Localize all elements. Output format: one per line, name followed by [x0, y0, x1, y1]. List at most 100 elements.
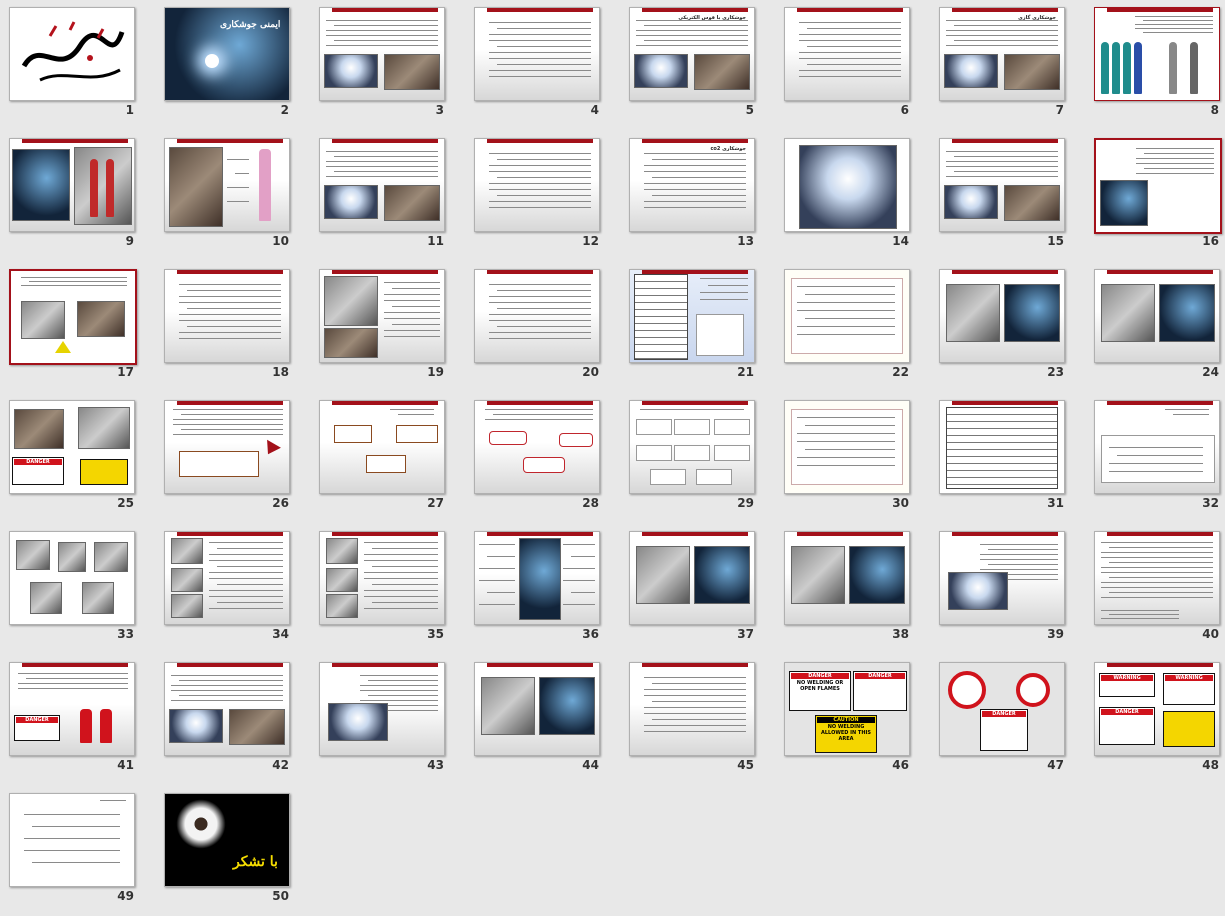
slide-thumbnail[interactable]: 48 WARNING WARNING DANGER — [1085, 655, 1225, 785]
slide-preview[interactable] — [784, 138, 910, 232]
slide-preview[interactable] — [319, 400, 445, 494]
slide-thumbnail[interactable]: 1 — [0, 0, 155, 130]
slide-thumbnail[interactable]: 38 — [775, 524, 930, 654]
slide-preview[interactable] — [1094, 138, 1222, 234]
slide-preview[interactable] — [9, 138, 135, 232]
slide-thumbnail[interactable]: 17 — [0, 262, 155, 392]
slide-thumbnail[interactable]: 27 — [310, 393, 465, 523]
slide-thumbnail[interactable]: 18 — [155, 262, 310, 392]
slide-preview[interactable] — [784, 531, 910, 625]
slide-preview[interactable]: ایمنی جوشکاری — [164, 7, 290, 101]
slide-preview[interactable] — [939, 400, 1065, 494]
slide-preview[interactable] — [474, 7, 600, 101]
slide-preview[interactable] — [474, 138, 600, 232]
slide-preview[interactable] — [319, 662, 445, 756]
slide-thumbnail[interactable]: 19 — [310, 262, 465, 392]
slide-preview[interactable] — [164, 662, 290, 756]
slide-thumbnail[interactable]: 10 — [155, 131, 310, 261]
slide-thumbnail[interactable]: 40 — [1085, 524, 1225, 654]
slide-thumbnail[interactable]: 9 — [0, 131, 155, 261]
slide-preview[interactable] — [1094, 400, 1220, 494]
slide-thumbnail[interactable]: 21 — [620, 262, 775, 392]
slide-thumbnail[interactable]: 43 — [310, 655, 465, 785]
slide-thumbnail[interactable]: 31 — [930, 393, 1085, 523]
slide-thumbnail[interactable]: 26 — [155, 393, 310, 523]
slide-preview[interactable] — [319, 269, 445, 363]
slide-thumbnail[interactable]: 36 — [465, 524, 620, 654]
slide-thumbnail[interactable]: 46 DANGER NO WELDING OR OPEN FLAMES DANGER C… — [775, 655, 930, 785]
slide-preview[interactable] — [784, 400, 910, 494]
slide-preview[interactable]: DANGER — [9, 662, 135, 756]
slide-thumbnail[interactable]: 8 — [1085, 0, 1225, 130]
slide-thumbnail[interactable]: 23 — [930, 262, 1085, 392]
slide-thumbnail[interactable]: 28 — [465, 393, 620, 523]
slide-thumbnail[interactable]: 50 با تشکر — [155, 786, 310, 916]
slide-preview[interactable] — [319, 7, 445, 101]
slide-preview[interactable]: جوشکاری با قوس الکتریکی — [629, 7, 755, 101]
slide-thumbnail[interactable]: 35 — [310, 524, 465, 654]
slide-preview[interactable] — [474, 269, 600, 363]
slide-preview[interactable]: جوشکاری co2 — [629, 138, 755, 232]
slide-preview[interactable] — [164, 138, 290, 232]
slide-preview[interactable] — [939, 138, 1065, 232]
slide-preview[interactable]: جوشکاری گازی — [939, 7, 1065, 101]
slide-preview[interactable] — [629, 400, 755, 494]
slide-preview[interactable] — [319, 531, 445, 625]
slide-preview[interactable] — [164, 400, 290, 494]
slide-thumbnail[interactable]: 49 — [0, 786, 155, 916]
slide-preview[interactable] — [939, 531, 1065, 625]
slide-thumbnail[interactable]: 37 — [620, 524, 775, 654]
slide-thumbnail[interactable]: 13 جوشکاری co2 — [620, 131, 775, 261]
slide-preview[interactable]: DANGER — [9, 400, 135, 494]
slide-preview[interactable] — [164, 269, 290, 363]
slide-preview[interactable] — [629, 662, 755, 756]
slide-thumbnail[interactable]: 2 ایمنی جوشکاری — [155, 0, 310, 130]
slide-preview[interactable] — [1094, 531, 1220, 625]
slide-preview[interactable] — [474, 662, 600, 756]
slide-thumbnail[interactable]: 11 — [310, 131, 465, 261]
slide-thumbnail[interactable]: 47 DANGER — [930, 655, 1085, 785]
slide-preview[interactable] — [784, 269, 910, 363]
slide-thumbnail[interactable]: 3 — [310, 0, 465, 130]
slide-preview[interactable] — [939, 269, 1065, 363]
slide-preview[interactable] — [1094, 269, 1220, 363]
slide-thumbnail[interactable]: 39 — [930, 524, 1085, 654]
slide-preview[interactable] — [164, 531, 290, 625]
slide-thumbnail[interactable]: 45 — [620, 655, 775, 785]
slide-thumbnail[interactable]: 12 — [465, 131, 620, 261]
slide-preview[interactable] — [629, 531, 755, 625]
slide-preview[interactable] — [629, 269, 755, 363]
slide-thumbnail[interactable]: 20 — [465, 262, 620, 392]
slide-thumbnail[interactable]: 29 — [620, 393, 775, 523]
slide-thumbnail[interactable]: 34 — [155, 524, 310, 654]
slide-preview[interactable]: با تشکر — [164, 793, 290, 887]
slide-thumbnail[interactable]: 42 — [155, 655, 310, 785]
slide-preview[interactable] — [319, 138, 445, 232]
slide-preview[interactable] — [9, 269, 137, 365]
slide-thumbnail[interactable]: 16 — [1085, 131, 1225, 261]
slide-thumbnail[interactable]: 32 — [1085, 393, 1225, 523]
slide-thumbnail[interactable]: 6 — [775, 0, 930, 130]
slide-preview[interactable] — [9, 531, 135, 625]
slide-preview[interactable]: DANGER NO WELDING OR OPEN FLAMES DANGER CAU… — [784, 662, 910, 756]
slide-thumbnail[interactable]: 30 — [775, 393, 930, 523]
slide-thumbnail[interactable]: 15 — [930, 131, 1085, 261]
slide-preview[interactable] — [784, 7, 910, 101]
slide-preview[interactable] — [9, 7, 135, 101]
slide-thumbnail[interactable]: 41 DANGER — [0, 655, 155, 785]
slide-preview[interactable]: DANGER — [939, 662, 1065, 756]
slide-thumbnail[interactable]: 25 DANGER — [0, 393, 155, 523]
slide-thumbnail[interactable]: 5 جوشکاری با قوس الکتریکی — [620, 0, 775, 130]
slide-thumbnail[interactable]: 33 — [0, 524, 155, 654]
slide-thumbnail[interactable]: 22 — [775, 262, 930, 392]
slide-thumbnail[interactable]: 44 — [465, 655, 620, 785]
slide-preview[interactable] — [1094, 7, 1220, 101]
slide-thumbnail[interactable]: 14 — [775, 131, 930, 261]
slide-thumbnail[interactable]: 4 — [465, 0, 620, 130]
slide-preview[interactable]: WARNING WARNING DANGER — [1094, 662, 1220, 756]
slide-preview[interactable] — [474, 400, 600, 494]
slide-preview[interactable] — [9, 793, 135, 887]
slide-thumbnail[interactable]: 7 جوشکاری گازی — [930, 0, 1085, 130]
slide-preview[interactable] — [474, 531, 600, 625]
slide-thumbnail[interactable]: 24 — [1085, 262, 1225, 392]
